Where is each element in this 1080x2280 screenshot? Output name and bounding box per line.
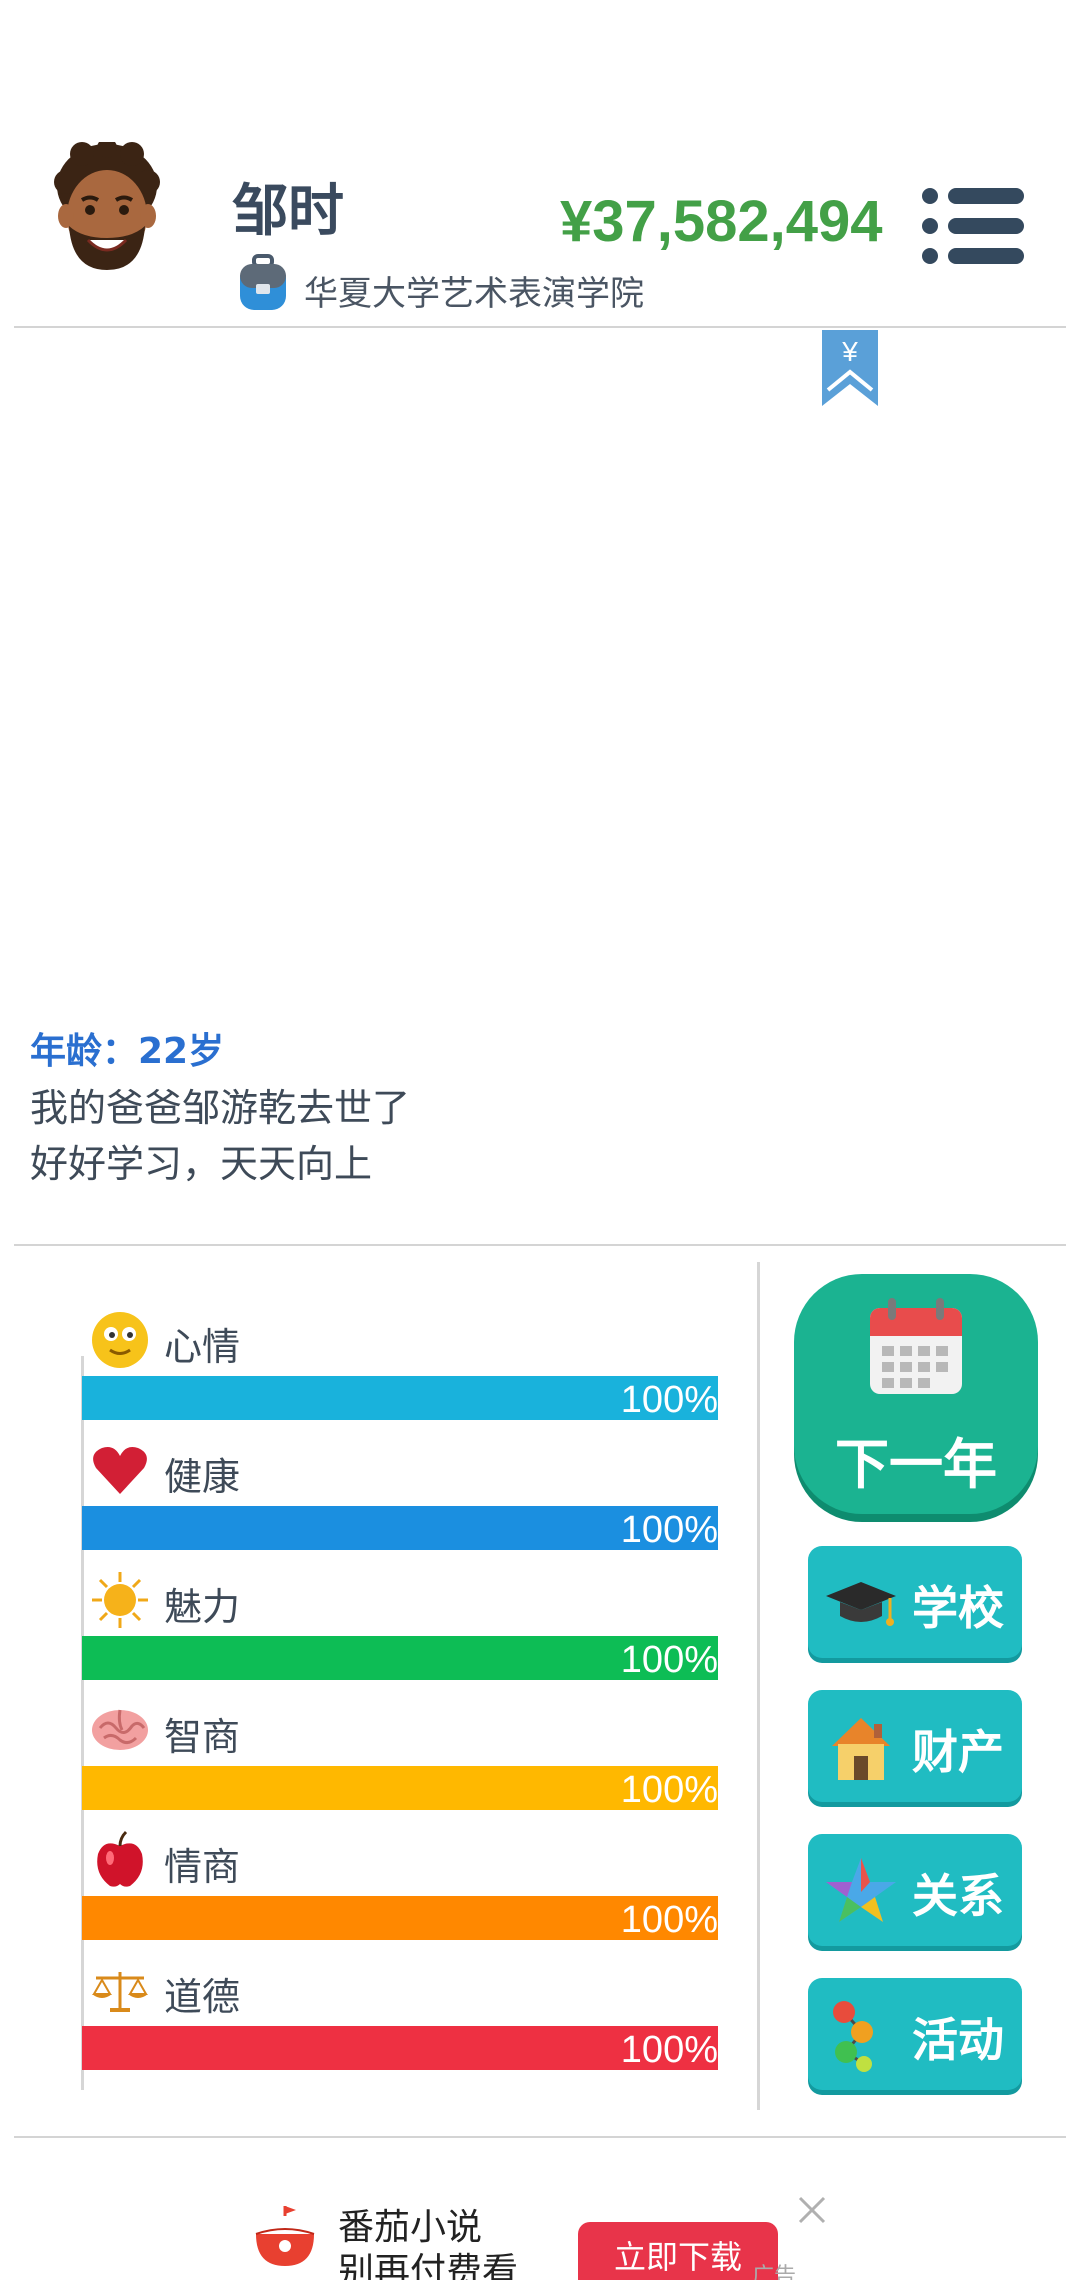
ad-banner[interactable]: 番茄小说 别再付费看 立即下载 广告	[0, 2170, 1080, 2280]
close-icon[interactable]	[796, 2194, 828, 2226]
activities-label: 活动	[912, 2013, 1004, 2067]
ad-divider	[14, 2136, 1066, 2138]
activity-dots-icon	[833, 2001, 873, 2072]
property-button[interactable]: 财产	[808, 1690, 1022, 1802]
activities-button[interactable]: 活动	[808, 1978, 1022, 2090]
log-entry: 我的爸爸邹游乾去世了	[30, 1086, 411, 1130]
stat-label: 道德	[164, 1975, 241, 2019]
ad-subtitle: 别再付费看	[338, 2251, 519, 2280]
school-label: 学校	[912, 1581, 1004, 1635]
header-divider	[14, 326, 1066, 328]
ad-tag: 广告	[752, 2264, 797, 2280]
stat-label: 智商	[164, 1715, 241, 1759]
money-balance: ¥37,582,494	[560, 189, 883, 254]
school-button[interactable]: 学校	[808, 1546, 1022, 1658]
stat-percent: 100%	[620, 2029, 718, 2071]
stat-label: 健康	[164, 1455, 241, 1499]
profile-header: 邹时 华夏大学艺术表演学院 ¥37,582,494	[0, 0, 1080, 328]
brain-icon	[92, 1709, 148, 1750]
heart-icon	[93, 1447, 147, 1494]
property-label: 财产	[912, 1725, 1004, 1779]
relations-button[interactable]: 关系	[808, 1834, 1022, 1946]
next-year-button[interactable]: 下一年	[794, 1274, 1038, 1514]
next-year-label: 下一年	[835, 1433, 997, 1496]
stat-percent: 100%	[620, 1509, 718, 1551]
stat-eq: 情商 100%	[82, 1830, 718, 1960]
stat-label: 情商	[164, 1845, 241, 1889]
event-log: 年龄：22岁 我的爸爸邹游乾去世了 好好学习，天天向上	[30, 1024, 410, 1192]
stat-health: 健康 100%	[82, 1440, 718, 1570]
calendar-icon	[870, 1298, 962, 1394]
apple-icon	[97, 1830, 143, 1887]
sun-icon	[92, 1572, 148, 1628]
star-icon	[826, 1858, 896, 1922]
log-entry: 好好学习，天天向上	[30, 1142, 373, 1186]
player-name: 邹时	[232, 179, 344, 244]
stat-label: 魅力	[164, 1585, 241, 1629]
menu-icon[interactable]	[920, 186, 1024, 266]
log-divider	[14, 1244, 1066, 1246]
stat-label: 心情	[164, 1325, 241, 1369]
avatar[interactable]	[52, 142, 162, 272]
house-icon	[832, 1718, 890, 1780]
stat-percent: 100%	[620, 1639, 718, 1681]
backpack-icon	[240, 254, 286, 310]
stat-percent: 100%	[620, 1379, 718, 1421]
school-name: 华夏大学艺术表演学院	[304, 274, 644, 314]
graduation-cap-icon	[826, 1582, 896, 1626]
stat-percent: 100%	[620, 1769, 718, 1811]
stat-charm: 魅力 100%	[82, 1570, 718, 1700]
stat-iq: 智商 100%	[82, 1700, 718, 1830]
tomato-logo-icon	[255, 2206, 315, 2266]
stat-percent: 100%	[620, 1899, 718, 1941]
stat-mood: 心情 100%	[82, 1310, 718, 1440]
age-label: 年龄：22岁	[30, 1031, 225, 1072]
smiley-face-icon	[92, 1312, 148, 1368]
ad-download-button[interactable]: 立即下载	[578, 2222, 778, 2280]
bookmark-label: ¥	[842, 336, 858, 367]
stat-morality: 道德 100%	[82, 1960, 718, 2090]
panel-divider	[757, 1262, 760, 2110]
relations-label: 关系	[912, 1869, 1004, 1923]
scales-icon	[92, 1972, 148, 2012]
